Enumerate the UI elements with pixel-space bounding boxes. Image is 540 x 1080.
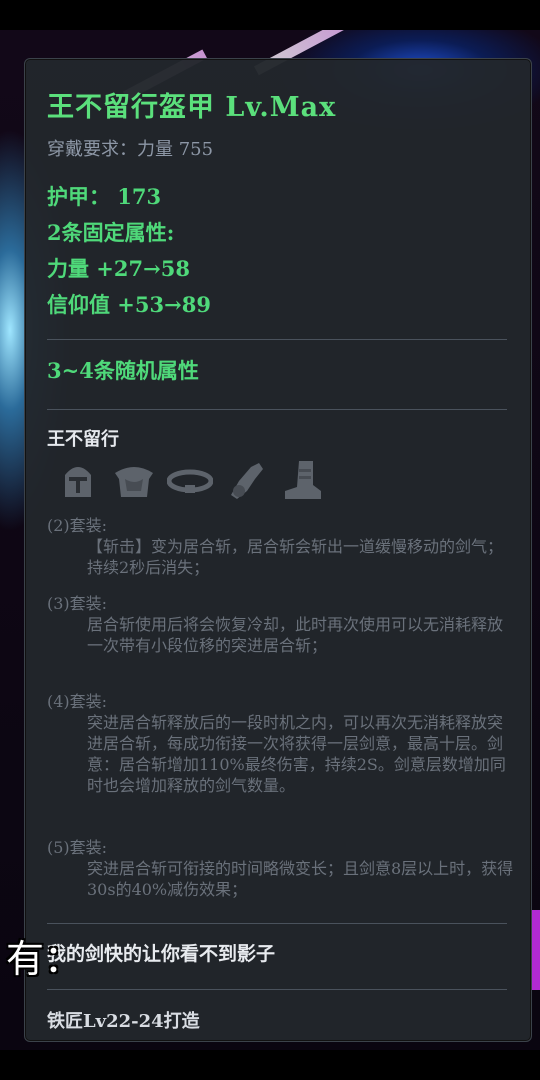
random-attributes-header: 3~4条随机属性 [47, 358, 199, 383]
set-bonus-text: 居合斩使用后将会恢复冷却，此时再次使用可以无消耗释放一次带有小段位移的突进居合斩… [87, 615, 504, 655]
item-tooltip-panel: 王不留行盔甲 Lv.Max 穿戴要求：力量 755 护甲： 173 2条固定属性… [24, 58, 532, 1042]
fixed-attribute-faith: 信仰值 +53→89 [47, 292, 211, 317]
chest-armor-icon [115, 467, 153, 497]
set-bonus-text: 突进居合斩释放后的一段时机之内，可以再次无消耗释放突进居合斩，每成功衔接一次将获… [87, 713, 506, 795]
divider [47, 339, 507, 340]
set-bonus-label: (2)套装: [47, 516, 108, 535]
set-bonus-3: (3)套装: 居合斩使用后将会恢复冷却，此时再次使用可以无消耗释放一次带有小段位… [47, 593, 517, 656]
edge-decoration [532, 910, 540, 990]
set-bonus-5: (5)套装: 突进居合斩可衔接的时间略微变长；且剑意8层以上时，获得30s的40… [47, 837, 517, 900]
gauntlet-icon [231, 463, 263, 499]
video-subtitle: 有： [6, 937, 83, 981]
set-bonus-text: 【斩击】变为居合斩，居合斩会斩出一道缓慢移动的剑气；持续2秒后消失； [87, 537, 504, 577]
set-bonus-4: (4)套装: 突进居合斩释放后的一段时机之内，可以再次无消耗释放突进居合斩，每成… [47, 691, 517, 796]
set-bonus-text: 突进居合斩可衔接的时间略微变长；且剑意8层以上时，获得30s的40%减伤效果； [87, 859, 514, 899]
set-bonus-label: (4)套装: [47, 692, 108, 711]
item-name: 王不留行盔甲 Lv.Max [47, 92, 337, 123]
set-bonus-label: (3)套装: [47, 594, 108, 613]
helmet-icon [65, 467, 91, 497]
belt-icon [167, 469, 213, 493]
divider [47, 989, 507, 990]
crafting-requirement: 铁匠Lv22-24打造 [47, 1011, 200, 1032]
wear-requirement: 穿戴要求：力量 755 [47, 139, 214, 160]
boots-icon [285, 461, 321, 499]
fixed-attributes-header: 2条固定属性: [47, 220, 175, 245]
divider [47, 923, 507, 924]
armor-value: 护甲： 173 [47, 184, 162, 209]
set-bonus-2: (2)套装: 【斩击】变为居合斩，居合斩会斩出一道缓慢移动的剑气；持续2秒后消失… [47, 515, 517, 578]
fixed-attribute-strength: 力量 +27→58 [47, 256, 190, 281]
divider [47, 409, 507, 410]
set-pieces-icons [55, 457, 355, 505]
set-bonus-label: (5)套装: [47, 838, 108, 857]
set-name: 王不留行 [47, 429, 119, 450]
